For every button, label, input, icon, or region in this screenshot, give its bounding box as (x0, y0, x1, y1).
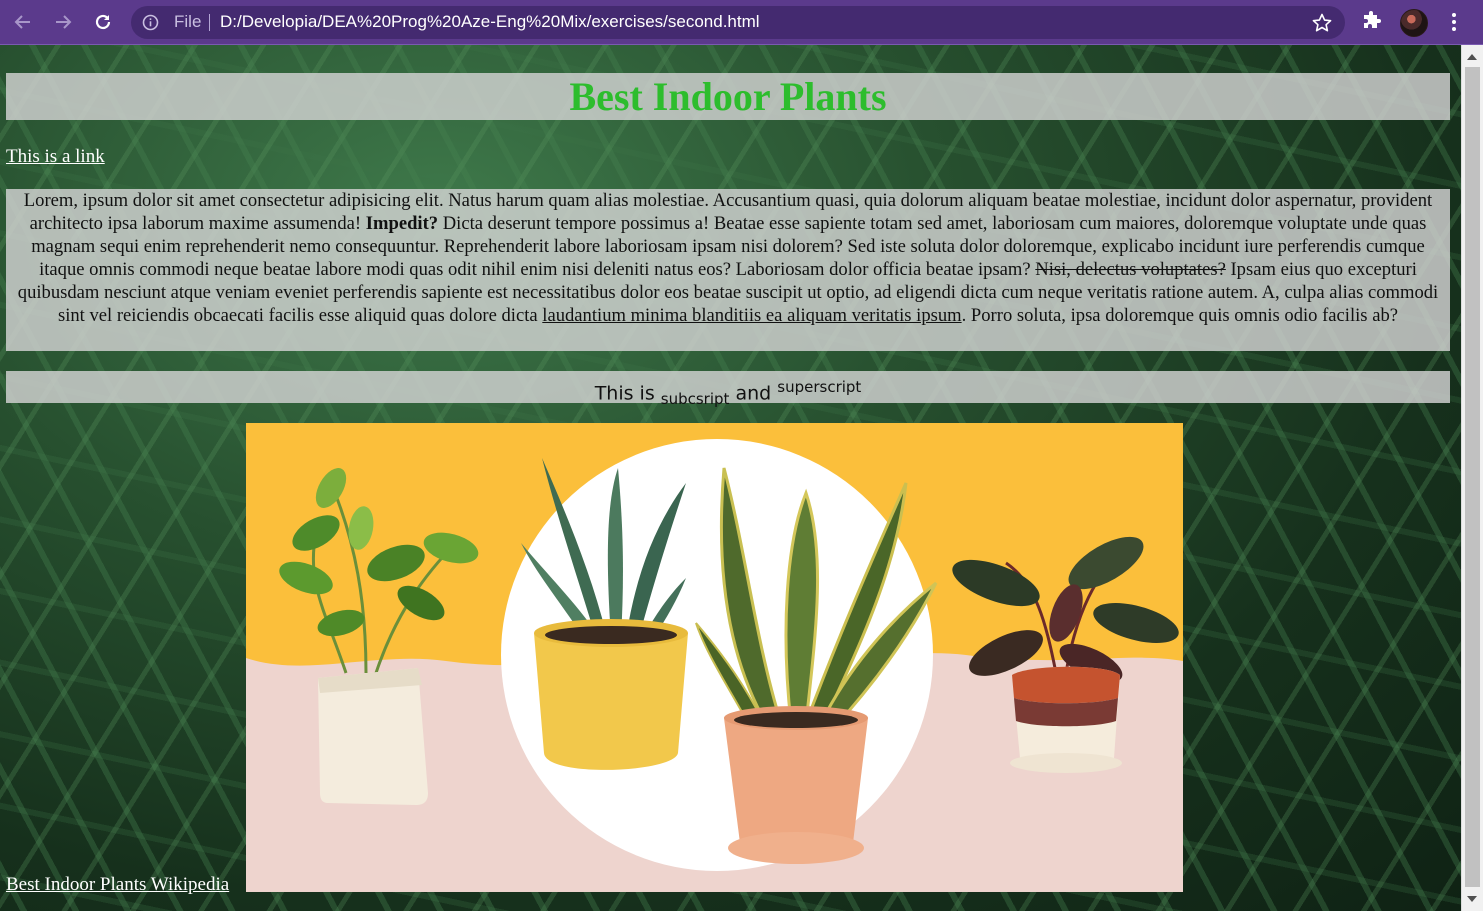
file-scheme-label: File (174, 12, 202, 31)
reload-icon (95, 14, 111, 30)
superscript-text: superscript (777, 378, 862, 396)
para-text-4: . Porro soluta, ipsa doloremque quis omn… (961, 305, 1398, 326)
plants-image (246, 423, 1183, 892)
para-strike-text: Nisi, delectus voluptates? (1035, 259, 1226, 280)
kebab-menu-icon[interactable] (1444, 10, 1464, 34)
browser-toolbar: File D:/Developia/DEA%20Prog%20Aze-Eng%2… (0, 0, 1483, 45)
heading-box: Best Indoor Plants (6, 73, 1450, 120)
subsup-prefix: This is (594, 382, 661, 405)
forward-arrow-icon (56, 15, 72, 29)
page-title: Best Indoor Plants (569, 74, 887, 119)
top-link[interactable]: This is a link (6, 146, 105, 168)
info-icon[interactable] (142, 14, 159, 31)
star-icon[interactable] (1311, 12, 1333, 34)
reload-button[interactable] (87, 6, 119, 38)
profile-avatar[interactable] (1400, 9, 1428, 37)
para-bold-text: Impedit? (365, 213, 439, 234)
back-arrow-icon (14, 15, 30, 29)
scroll-down-arrow-icon[interactable] (1467, 896, 1477, 902)
address-divider (209, 14, 210, 31)
subscript-text: subcsript (660, 390, 730, 409)
subsup-middle: and (729, 382, 778, 405)
vertical-scrollbar[interactable] (1461, 45, 1483, 911)
forward-button[interactable] (47, 6, 79, 38)
back-button[interactable] (7, 6, 39, 38)
paragraph-box: Lorem, ipsum dolor sit amet consectetur … (6, 189, 1450, 351)
scroll-thumb[interactable] (1465, 67, 1480, 887)
lorem-paragraph: Lorem, ipsum dolor sit amet consectetur … (10, 189, 1446, 327)
puzzle-icon[interactable] (1360, 10, 1384, 34)
url-text[interactable]: D:/Developia/DEA%20Prog%20Aze-Eng%20Mix/… (220, 12, 760, 32)
address-bar[interactable]: File D:/Developia/DEA%20Prog%20Aze-Eng%2… (131, 6, 1345, 39)
subsup-box: This is subcsript and superscript (6, 371, 1450, 408)
para-underline-text: laudantium minima blanditiis ea aliquam … (542, 305, 962, 326)
scroll-up-arrow-icon[interactable] (1467, 54, 1477, 60)
wikipedia-link[interactable]: Best Indoor Plants Wikipedia (6, 874, 229, 896)
page-viewport: Best Indoor Plants This is a link Lorem,… (0, 45, 1461, 911)
